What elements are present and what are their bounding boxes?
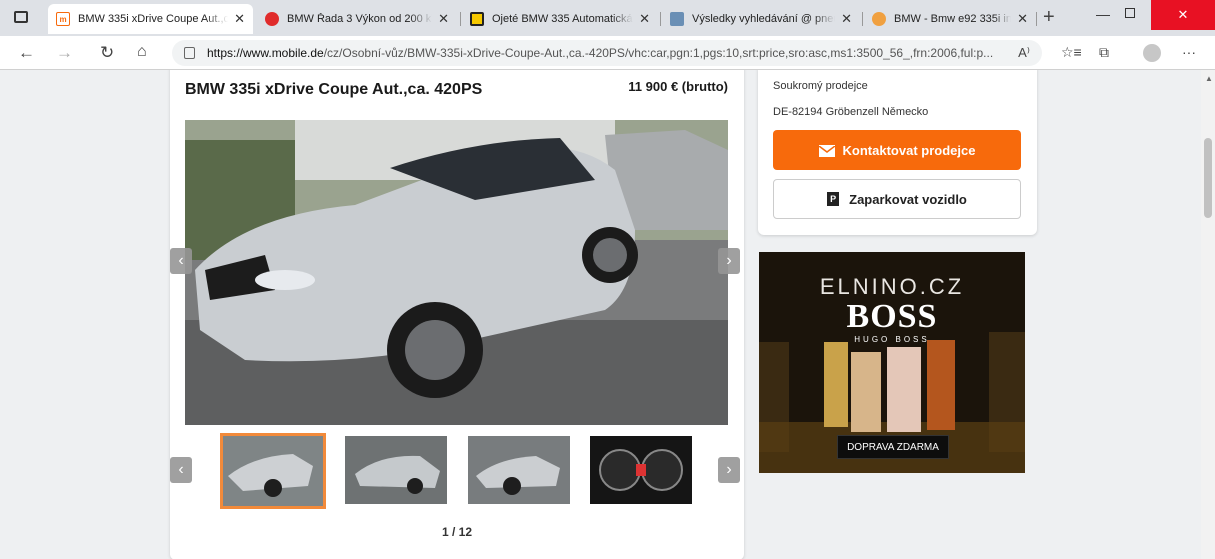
tab-title: Výsledky vyhledávání @ pneu	[692, 13, 836, 25]
image-counter: 1 / 12	[441, 525, 473, 539]
parking-icon: P	[827, 192, 840, 206]
gallery-prev-button[interactable]: ‹	[170, 248, 192, 274]
profile-icon[interactable]	[1143, 44, 1161, 62]
thumbnail-strip	[220, 433, 700, 511]
tab-title: BMW 335i xDrive Coupe Aut.,ca.	[78, 13, 229, 25]
scroll-up-icon[interactable]: ▲	[1205, 74, 1213, 83]
seller-type: Soukromý prodejce	[773, 80, 868, 92]
tab-bmw-e92[interactable]: BMW - Bmw e92 335i inzeráty ✕	[864, 4, 1036, 34]
maximize-icon[interactable]	[1125, 8, 1135, 18]
ad-subbrand: HUGO BOSS	[854, 335, 930, 344]
tab-separator	[660, 12, 661, 26]
tab-mobile-de[interactable]: m BMW 335i xDrive Coupe Aut.,ca. ✕	[48, 4, 253, 34]
tab-separator	[1036, 12, 1037, 26]
tab-title: Ojeté BMW 335 Automatická	[492, 13, 633, 25]
close-tab-icon[interactable]: ✕	[841, 11, 852, 27]
vertical-scrollbar[interactable]: ▲	[1201, 70, 1215, 559]
tab-ojete-bmw[interactable]: Ojeté BMW 335 Automatická ✕	[462, 4, 658, 34]
tab-pneu-results[interactable]: Výsledky vyhledávání @ pneu ✕	[662, 4, 860, 34]
park-vehicle-label: Zaparkovat vozidlo	[849, 191, 967, 207]
listing-price: 11 900 € (brutto)	[628, 79, 728, 94]
ad-brand: ELNINO.CZ	[819, 274, 965, 299]
refresh-icon[interactable]: ↻	[100, 43, 114, 63]
close-window-icon[interactable]: ✕	[1151, 0, 1215, 30]
park-vehicle-button[interactable]: P Zaparkovat vozidlo	[773, 179, 1021, 219]
thumbs-next-button[interactable]: ›	[718, 457, 740, 483]
mail-icon	[818, 144, 835, 157]
seller-location: DE-82194 Gröbenzell Německo	[773, 106, 929, 118]
gallery-next-button[interactable]: ›	[718, 248, 740, 274]
advertisement-banner[interactable]: ELNINO.CZ BOSS HUGO BOSS DOPRAVA ZDARMA	[759, 252, 1025, 473]
close-tab-icon[interactable]: ✕	[1017, 11, 1028, 27]
listing-title: BMW 335i xDrive Coupe Aut.,ca. 420PS	[185, 81, 483, 98]
car-photo-image	[185, 120, 728, 425]
tab-title: BMW Řada 3 Výkon od 200 kW	[287, 13, 433, 25]
home-icon[interactable]: ⌂	[137, 43, 147, 61]
thumbnail-4[interactable]	[590, 436, 692, 504]
scrollbar-thumb[interactable]	[1204, 138, 1212, 218]
more-icon[interactable]: ···	[1182, 44, 1196, 60]
thumbnail-3[interactable]	[468, 436, 570, 504]
tab-separator	[862, 12, 863, 26]
tab-title: BMW - Bmw e92 335i inzeráty	[894, 13, 1012, 25]
ad-cta-button[interactable]: DOPRAVA ZDARMA	[837, 435, 949, 459]
contact-seller-button[interactable]: Kontaktovat prodejce	[773, 130, 1021, 170]
lock-icon[interactable]	[184, 47, 195, 59]
thumbnail-2[interactable]	[345, 436, 447, 504]
main-photo[interactable]	[185, 120, 728, 425]
close-tab-icon[interactable]: ✕	[438, 11, 449, 27]
site-favicon-icon	[265, 12, 279, 26]
tab-separator	[460, 12, 461, 26]
thumbnail-1[interactable]	[220, 433, 326, 509]
thumbs-prev-button[interactable]: ‹	[170, 457, 192, 483]
back-icon[interactable]: ←	[18, 43, 35, 63]
site-favicon-icon	[470, 12, 484, 26]
new-tab-icon[interactable]: +	[1043, 6, 1055, 29]
listing-card: BMW 335i xDrive Coupe Aut.,ca. 420PS 11 …	[170, 70, 744, 559]
contact-seller-label: Kontaktovat prodejce	[842, 142, 976, 158]
tab-bmw-rada-3[interactable]: BMW Řada 3 Výkon od 200 kW ✕	[257, 4, 457, 34]
minimize-icon[interactable]: —	[1096, 6, 1110, 22]
tab-bar: m BMW 335i xDrive Coupe Aut.,ca. ✕ BMW Ř…	[0, 0, 1215, 36]
mobile-de-favicon-icon: m	[56, 12, 70, 26]
collections-icon[interactable]: ⧉	[1099, 44, 1109, 61]
close-tab-icon[interactable]: ✕	[234, 11, 245, 27]
close-tab-icon[interactable]: ✕	[639, 11, 650, 27]
seller-card: Soukromý prodejce DE-82194 Gröbenzell Ně…	[758, 70, 1037, 235]
forward-icon[interactable]: →	[56, 43, 73, 63]
ad-product: BOSS	[846, 298, 938, 335]
read-aloud-icon[interactable]: A⁾	[1018, 45, 1030, 61]
site-favicon-icon	[670, 12, 684, 26]
tab-actions-icon[interactable]	[14, 11, 28, 23]
url-text[interactable]: https://www.mobile.de/cz/Osobní-vůz/BMW-…	[207, 46, 1018, 60]
site-favicon-icon	[872, 12, 886, 26]
favorites-icon[interactable]: ☆≡	[1061, 44, 1082, 61]
page-content: BMW 335i xDrive Coupe Aut.,ca. 420PS 11 …	[0, 70, 1201, 559]
url-field[interactable]: https://www.mobile.de/cz/Osobní-vůz/BMW-…	[172, 40, 1042, 66]
address-bar: ← → ↻ ⌂ https://www.mobile.de/cz/Osobní-…	[0, 36, 1215, 70]
